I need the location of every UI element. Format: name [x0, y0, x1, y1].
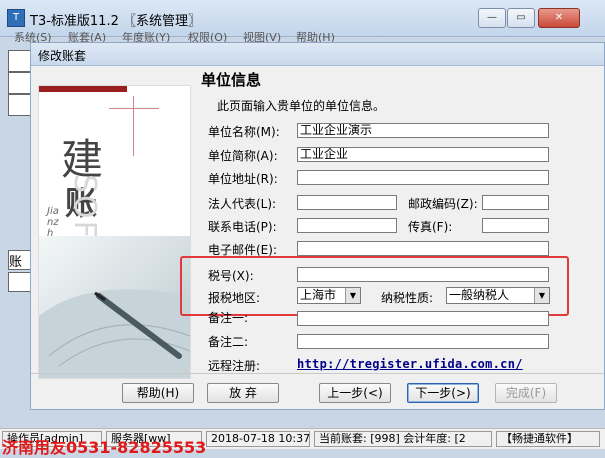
- menu-bar: 系统(S) 账套(A) 年度账(Y) 权限(O) 视图(V) 帮助(H): [0, 29, 605, 43]
- remote-reg-link[interactable]: http://tregister.ufida.com.cn/: [297, 357, 523, 371]
- modify-account-dialog: 修改账套 建 账 Jianzhang SOF 单位信息 此页面输入贵单位的单位信…: [30, 42, 605, 410]
- app-icon: T: [7, 9, 25, 27]
- short-name-input[interactable]: 工业企业: [297, 147, 549, 162]
- section-intro: 此页面输入贵单位的单位信息。: [217, 99, 386, 113]
- red-accent-bar: [39, 86, 127, 92]
- email-input[interactable]: [297, 241, 549, 256]
- dialog-title: 修改账套: [38, 49, 87, 63]
- minimize-button[interactable]: —: [478, 8, 506, 28]
- status-datetime: 2018-07-18 10:37: [206, 431, 310, 447]
- note2-label: 备注二:: [208, 335, 249, 349]
- note1-input[interactable]: [297, 311, 549, 326]
- company-name-label: 单位名称(M):: [208, 125, 280, 139]
- note1-label: 备注一:: [208, 311, 249, 325]
- close-button[interactable]: ✕: [538, 8, 580, 28]
- next-button[interactable]: 下一步(>): [407, 383, 479, 403]
- menu-help[interactable]: 帮助(H): [296, 29, 335, 43]
- phone-input[interactable]: [297, 218, 397, 233]
- menu-account[interactable]: 账套(A): [68, 29, 106, 43]
- legal-rep-label: 法人代表(L):: [208, 197, 277, 211]
- panel-soft-text: SOF: [67, 174, 102, 240]
- help-button[interactable]: 帮助(H): [122, 383, 194, 403]
- discard-button[interactable]: 放 弃: [207, 383, 279, 403]
- button-separator: [31, 373, 604, 374]
- address-input[interactable]: [297, 170, 549, 185]
- fax-label: 传真(F):: [408, 220, 453, 234]
- menu-year-account[interactable]: 年度账(Y): [122, 29, 170, 43]
- postcode-input[interactable]: [482, 195, 549, 210]
- fax-input[interactable]: [482, 218, 549, 233]
- maximize-button[interactable]: ▭: [507, 8, 535, 28]
- decorative-panel: 建 账 Jianzhang SOF: [38, 85, 191, 379]
- dialog-title-bar: 修改账套: [31, 43, 604, 66]
- decor-line: [109, 108, 159, 109]
- section-heading: 单位信息: [201, 71, 262, 89]
- menu-permission[interactable]: 权限(O): [188, 29, 227, 43]
- legal-rep-input[interactable]: [297, 195, 397, 210]
- pen-illustration: [39, 236, 190, 378]
- menu-view[interactable]: 视图(V): [243, 29, 281, 43]
- postcode-label: 邮政编码(Z):: [408, 197, 478, 211]
- phone-label: 联系电话(P):: [208, 220, 277, 234]
- status-company: 【畅捷通软件】: [496, 431, 600, 447]
- finish-button: 完成(F): [495, 383, 557, 403]
- highlight-box: [180, 256, 569, 316]
- remote-reg-label: 远程注册:: [208, 359, 261, 373]
- watermark-text: 济南用友0531-82825553: [2, 438, 207, 457]
- company-name-input[interactable]: 工业企业演示: [297, 123, 549, 138]
- note2-input[interactable]: [297, 334, 549, 349]
- status-account: 当前账套: [998] 会计年度: [2: [314, 431, 492, 447]
- menu-system[interactable]: 系统(S): [14, 29, 52, 43]
- address-label: 单位地址(R):: [208, 172, 278, 186]
- window-title: T3-标准版11.2 〖系统管理〗: [30, 14, 201, 29]
- prev-button[interactable]: 上一步(<): [319, 383, 391, 403]
- decor-line: [133, 96, 134, 156]
- short-name-label: 单位简称(A):: [208, 149, 278, 163]
